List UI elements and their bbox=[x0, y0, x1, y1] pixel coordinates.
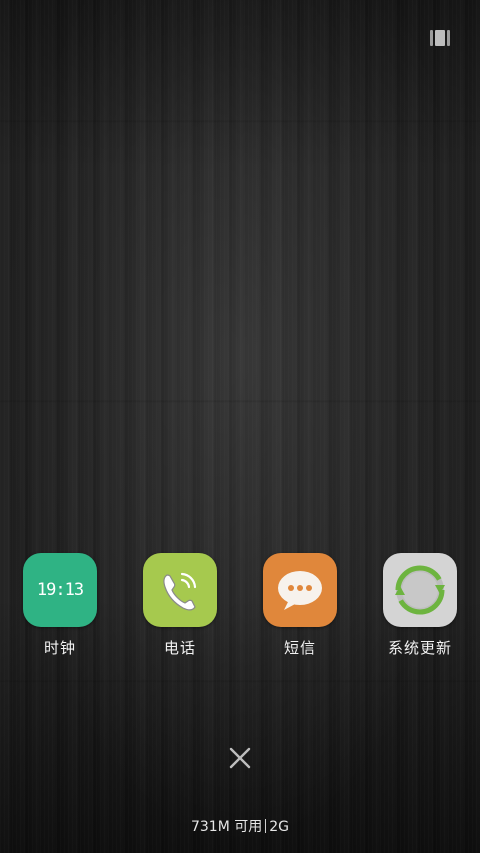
recents-layout-icon[interactable] bbox=[430, 30, 452, 46]
recent-app-messages[interactable]: 短信 bbox=[240, 553, 360, 658]
system-update-icon[interactable] bbox=[383, 553, 457, 627]
close-icon[interactable] bbox=[226, 744, 254, 772]
clear-all-button[interactable] bbox=[226, 744, 254, 772]
clock-icon[interactable]: 19:13 bbox=[23, 553, 97, 627]
memory-status: 731M 可用 2G bbox=[0, 816, 480, 836]
divider bbox=[265, 819, 267, 833]
clock-time: 19:13 bbox=[36, 580, 84, 600]
recent-app-phone[interactable]: 电话 bbox=[120, 553, 240, 658]
app-label: 电话 bbox=[163, 639, 196, 657]
message-icon[interactable] bbox=[263, 553, 337, 627]
recent-app-system-update[interactable]: 系统更新 bbox=[360, 553, 480, 658]
memory-available: 731M 可用 bbox=[190, 819, 263, 835]
app-label: 时钟 bbox=[43, 639, 76, 657]
recent-apps-row: 19:13 时钟 电话 短信 系统更新 bbox=[0, 553, 480, 658]
wallpaper bbox=[0, 0, 480, 853]
app-label: 短信 bbox=[283, 639, 316, 657]
network-type: 2G bbox=[269, 819, 290, 835]
app-label: 系统更新 bbox=[387, 639, 452, 657]
recent-app-clock[interactable]: 19:13 时钟 bbox=[0, 553, 120, 658]
phone-icon[interactable] bbox=[143, 553, 217, 627]
